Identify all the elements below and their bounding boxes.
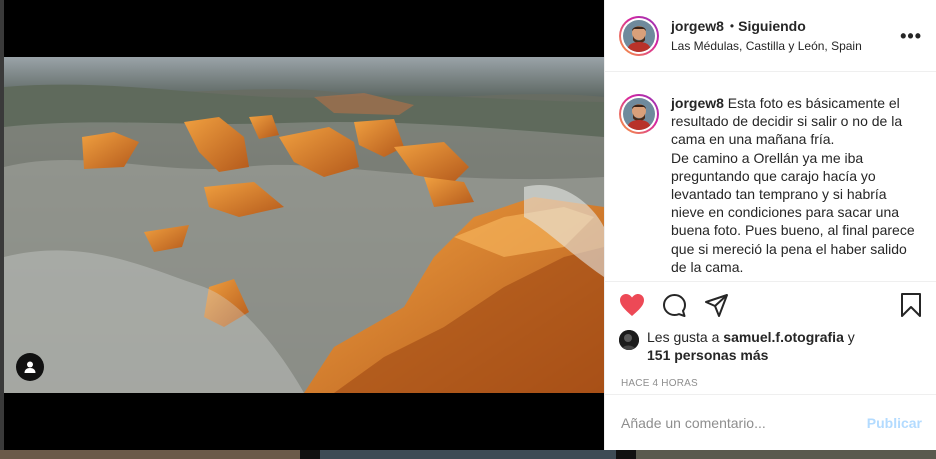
likes-text: Les gusta a samuel.f.otografia y 151 per… bbox=[647, 328, 855, 364]
user-tag-icon[interactable] bbox=[16, 353, 44, 381]
caption-area: jorgew8 Esta foto es básicamente el resu… bbox=[605, 72, 936, 282]
caption-body-line2: De camino a Orellán ya me iba preguntand… bbox=[671, 149, 915, 275]
comment-bar: Publicar bbox=[605, 394, 936, 450]
post-header: jorgew8 • Siguiendo Las Médulas, Castill… bbox=[605, 0, 936, 72]
post-details-panel: jorgew8 • Siguiendo Las Médulas, Castill… bbox=[604, 0, 936, 450]
comment-input[interactable] bbox=[621, 414, 867, 431]
header-username[interactable]: jorgew8 bbox=[671, 18, 724, 34]
following-button[interactable]: Siguiendo bbox=[738, 18, 806, 34]
profile-photo-icon bbox=[623, 98, 655, 130]
landscape-image bbox=[4, 57, 604, 393]
likes-prefix: Les gusta a bbox=[647, 329, 720, 345]
background-grid-strip bbox=[0, 450, 936, 459]
paper-plane-icon[interactable] bbox=[703, 292, 729, 318]
liker-username[interactable]: samuel.f.otografia bbox=[723, 329, 844, 345]
heart-filled-icon[interactable] bbox=[619, 292, 645, 318]
caption-text: jorgew8 Esta foto es básicamente el resu… bbox=[671, 94, 917, 281]
post-timestamp[interactable]: Hace 4 horas bbox=[605, 364, 936, 389]
post-photo[interactable] bbox=[4, 57, 604, 393]
location-link[interactable]: Las Médulas, Castilla y León, Spain bbox=[671, 39, 862, 53]
bookmark-icon[interactable] bbox=[898, 292, 924, 318]
likes-summary: Les gusta a samuel.f.otografia y 151 per… bbox=[605, 328, 936, 364]
separator-dot: • bbox=[729, 19, 735, 33]
profile-photo-icon bbox=[623, 19, 655, 52]
comment-icon[interactable] bbox=[661, 292, 687, 318]
publish-button[interactable]: Publicar bbox=[867, 415, 922, 431]
liker-avatar[interactable] bbox=[619, 330, 639, 350]
more-options-icon[interactable]: ••• bbox=[900, 26, 922, 47]
avatar[interactable] bbox=[619, 15, 659, 56]
likes-others-link[interactable]: 151 personas más bbox=[647, 347, 768, 363]
caption-username[interactable]: jorgew8 bbox=[671, 95, 724, 111]
likes-conjunction: y bbox=[847, 329, 855, 345]
action-bar bbox=[605, 282, 936, 328]
caption-avatar[interactable] bbox=[619, 94, 659, 134]
media-pane bbox=[0, 0, 604, 450]
background-edge bbox=[0, 0, 4, 459]
